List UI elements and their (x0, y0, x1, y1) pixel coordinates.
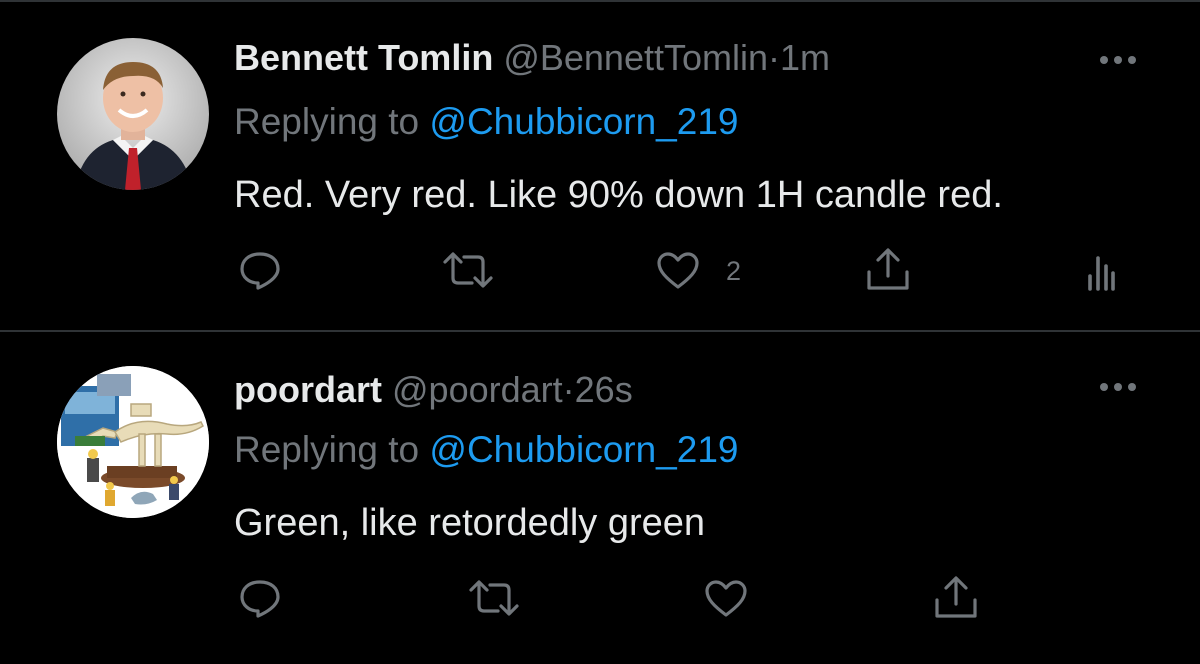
tweet-text: Red. Very red. Like 90% down 1H candle r… (234, 174, 1003, 216)
analytics-icon[interactable] (1086, 252, 1116, 292)
display-name[interactable]: Bennett Tomlin (234, 37, 493, 78)
timestamp[interactable]: 1m (780, 37, 830, 78)
timestamp[interactable]: 26s (575, 369, 633, 410)
display-name[interactable]: poordart (234, 369, 382, 410)
share-icon[interactable] (864, 248, 912, 292)
share-icon[interactable] (932, 576, 980, 620)
tweet-header: poordart @poordart·26s (234, 368, 633, 412)
more-options-icon[interactable] (1098, 377, 1142, 397)
like-icon[interactable] (656, 252, 700, 290)
tweet-2[interactable]: poordart @poordart·26s Replying to @Chub… (0, 332, 1200, 664)
more-options-icon[interactable] (1098, 50, 1142, 70)
replying-to-label: Replying to (234, 101, 420, 142)
replying-to-line: Replying to @Chubbicorn_219 (234, 428, 739, 472)
tweet-header: Bennett Tomlin @BennettTomlin·1m (234, 36, 830, 80)
like-icon[interactable] (704, 580, 748, 618)
separator-dot: · (768, 37, 781, 78)
tweet-1[interactable]: Bennett Tomlin @BennettTomlin·1m Replyin… (0, 0, 1200, 330)
avatar[interactable] (57, 38, 209, 190)
replying-to-label: Replying to (234, 429, 420, 470)
tweet-text: Green, like retordedly green (234, 502, 706, 544)
profile-photo-icon (57, 38, 209, 190)
lego-dinosaur-picture-icon (57, 366, 209, 518)
user-handle[interactable]: @poordart (392, 369, 563, 410)
replying-to-line: Replying to @Chubbicorn_219 (234, 100, 739, 144)
separator-dot: · (562, 369, 575, 410)
user-handle[interactable]: @BennettTomlin (503, 37, 768, 78)
mention-link[interactable]: @Chubbicorn_219 (429, 101, 738, 142)
avatar[interactable] (57, 366, 209, 518)
like-count: 2 (726, 256, 742, 286)
reply-icon[interactable] (238, 578, 282, 618)
retweet-icon[interactable] (442, 250, 494, 290)
reply-icon[interactable] (238, 250, 282, 290)
retweet-icon[interactable] (468, 578, 520, 618)
mention-link[interactable]: @Chubbicorn_219 (429, 429, 738, 470)
